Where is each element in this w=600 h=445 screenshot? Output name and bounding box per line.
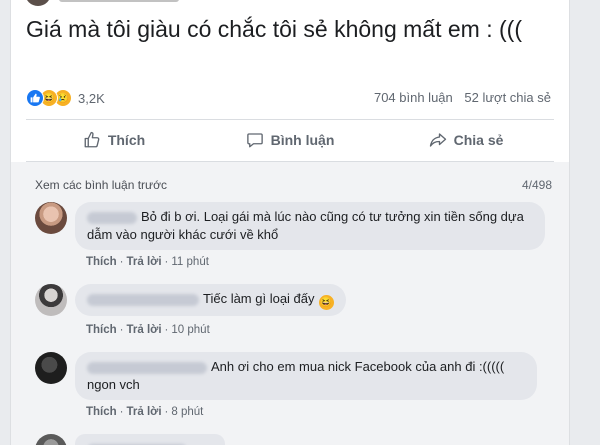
view-previous-comments-link[interactable]: Xem các bình luận trước [35,178,167,192]
share-label: Chia sẻ [453,132,504,148]
comment-like-link[interactable]: Thích [86,324,117,336]
commenter-name[interactable] [87,361,207,374]
post-actions: Thích Bình luận Chia sẻ [26,122,554,158]
comment-time[interactable]: 10 phút [171,324,209,336]
comment-reply-link[interactable]: Trả lời [127,324,162,336]
comment-meta: Thích · Trả lời · 8 phút [86,406,204,418]
comment-reply-link[interactable]: Trả lời [127,256,162,268]
comment-text: Tiếc làm gì loại đấy [203,291,315,306]
comment: Bỏ đi b ơi. Loại gái mà lúc nào cũng có … [35,202,545,250]
comment-like-link[interactable]: Thích [86,406,117,418]
commenter-name[interactable] [87,211,137,224]
reaction-count: 3,2K [78,90,105,106]
comment-button[interactable]: Bình luận [202,122,378,158]
like-label: Thích [107,132,146,148]
haha-emoji-icon: 😆 [318,295,334,310]
comment-icon [246,133,263,148]
comment-time[interactable]: 11 phút [171,256,209,268]
avatar[interactable] [35,202,67,234]
comment: Tiếc làm gì loại đấy 😆 [35,284,346,316]
comment-bubble: Anh ơi cho em mua nick Facebook của anh … [75,352,537,400]
share-button[interactable]: Chia sẻ [378,122,554,158]
comment-meta: Thích · Trả lời · 11 phút [86,256,209,268]
comment-time[interactable]: 8 phút [171,406,203,418]
comment: Anh ơi cho em mua nick Facebook của anh … [35,352,537,400]
like-button[interactable]: Thích [26,122,202,158]
comment-like-link[interactable]: Thích [86,256,117,268]
comment-reply-link[interactable]: Trả lời [127,406,162,418]
divider [26,119,554,120]
comments-section: Xem các bình luận trước 4/498 Bỏ đi b ơi… [11,162,569,445]
comment-count[interactable]: 704 bình luận [374,90,453,105]
comment-bubble: Bỏ đi b ơi. Loại gái mà lúc nào cũng có … [75,202,545,250]
share-count[interactable]: 52 lượt chia sẻ [464,90,551,105]
author-name[interactable] [59,0,179,2]
engagement-counts: 704 bình luận 52 lượt chia sẻ [366,90,551,105]
post-card: Giá mà tôi giàu có chắc tôi sẻ không mất… [10,0,570,445]
like-icon [26,89,44,107]
post-text: Giá mà tôi giàu có chắc tôi sẻ không mất… [26,16,522,42]
comment-text: Bỏ đi b ơi. Loại gái mà lúc nào cũng có … [87,209,524,242]
avatar[interactable] [35,284,67,316]
comment-bubble: Tiếc làm gì loại đấy 😆 [75,284,346,316]
avatar[interactable] [35,434,67,445]
thumbs-up-icon [84,131,100,148]
comment-pager: 4/498 [521,178,552,192]
comment [35,434,225,445]
commenter-name[interactable] [87,293,199,306]
avatar[interactable] [35,352,67,384]
share-icon [429,133,446,147]
comment-label: Bình luận [270,132,335,148]
reactions-summary[interactable]: 😆 😢 3,2K [26,88,105,108]
author-avatar[interactable] [25,0,51,6]
comment-meta: Thích · Trả lời · 10 phút [86,324,210,336]
comment-bubble [75,434,225,445]
